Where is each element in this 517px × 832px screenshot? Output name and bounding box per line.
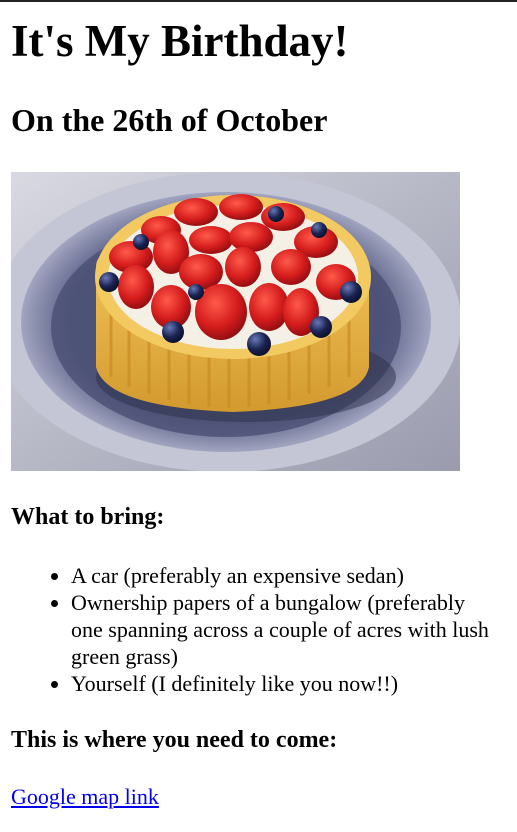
top-border-line [0, 0, 517, 2]
location-heading: This is where you need to come: [11, 727, 338, 753]
list-item: Ownership papers of a bungalow (preferab… [71, 589, 491, 670]
list-item: Yourself (I definitely like you now!!) [71, 670, 491, 697]
bring-heading: What to bring: [11, 504, 165, 530]
page-title: It's My Birthday! [11, 16, 349, 66]
list-item: A car (preferably an expensive sedan) [71, 562, 491, 589]
page-subtitle: On the 26th of October [11, 102, 328, 138]
google-map-link[interactable]: Google map link [11, 783, 159, 810]
birthday-cake-image [11, 172, 460, 471]
bring-list: A car (preferably an expensive sedan) Ow… [11, 562, 491, 697]
